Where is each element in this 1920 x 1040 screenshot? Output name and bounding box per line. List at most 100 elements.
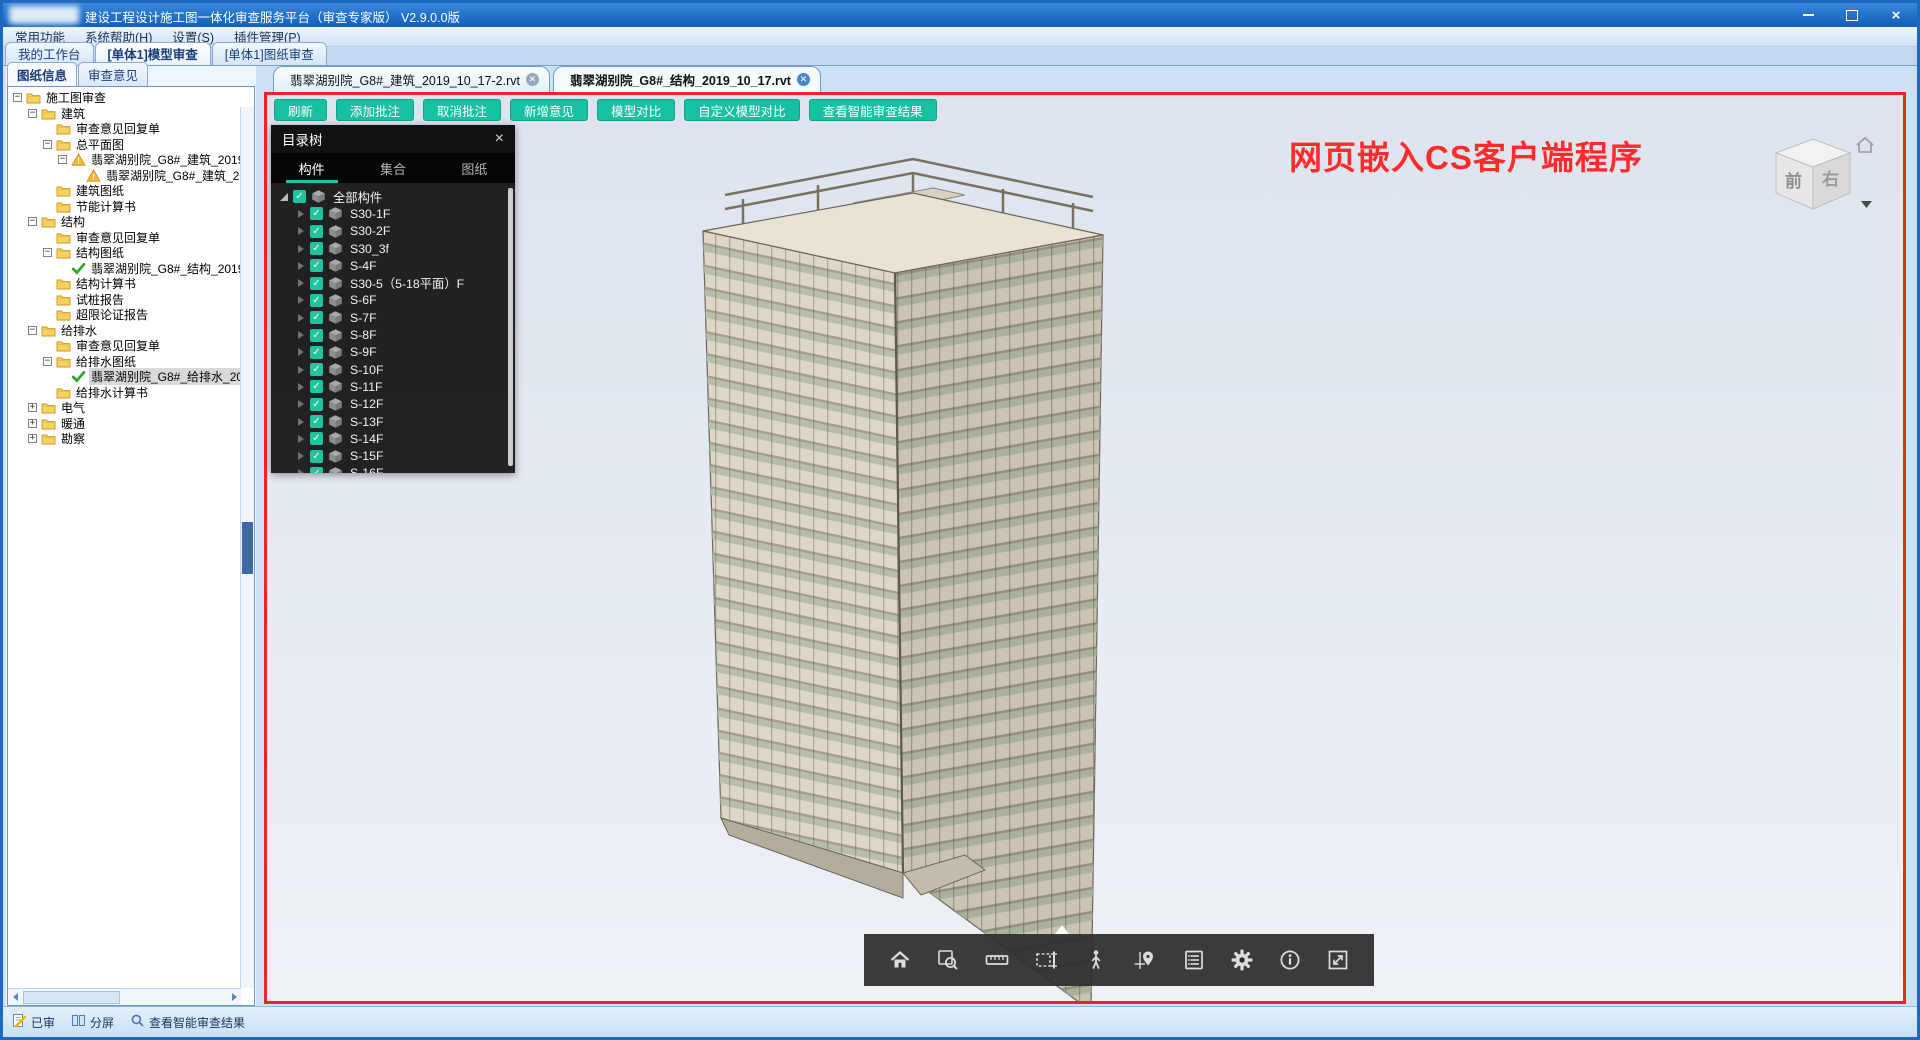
triangle-right-icon[interactable] [298, 418, 304, 426]
tree-item[interactable]: 审查意见回复单 [9, 121, 240, 137]
viewer-area[interactable]: 网页嵌入CS客户端程序 目录树 × 构件集合图纸 ✓全部构件✓S30-1F✓S3… [264, 92, 1906, 1004]
checkbox-checked[interactable]: ✓ [310, 294, 323, 307]
collapse-icon[interactable]: − [58, 155, 67, 164]
checkbox-checked[interactable]: ✓ [310, 432, 323, 445]
info-icon[interactable] [1278, 948, 1302, 972]
cube-right-label[interactable]: 右 [1822, 169, 1839, 189]
catalog-item[interactable]: ✓S-13F [271, 413, 515, 430]
viewer-toolbar-button-3[interactable]: 新增意见 [510, 99, 588, 121]
fullscreen-icon[interactable] [1326, 948, 1350, 972]
tree-item[interactable]: −!翡翠湖别院_G8#_建筑_2019_10_17.r [9, 152, 240, 168]
catalog-item[interactable]: ✓S-12F [271, 396, 515, 413]
panel-splitter[interactable] [256, 66, 262, 1006]
viewer-toolbar-button-1[interactable]: 添加批注 [336, 99, 414, 121]
cube-dropdown-icon[interactable] [1861, 201, 1872, 208]
triangle-right-icon[interactable] [298, 383, 304, 391]
tree-item[interactable]: 审查意见回复单 [9, 338, 240, 354]
close-button[interactable]: × [1881, 6, 1911, 24]
catalog-root-item[interactable]: ✓全部构件 [271, 188, 515, 205]
tree-item[interactable]: 审查意见回复单 [9, 230, 240, 246]
collapse-icon[interactable]: − [13, 93, 22, 102]
tab-close-icon[interactable]: ✕ [526, 73, 539, 86]
catalog-item[interactable]: ✓S-10F [271, 361, 515, 378]
status-item-1[interactable]: 分屏 [71, 1013, 114, 1031]
collapse-icon[interactable]: − [28, 217, 37, 226]
checkbox-checked[interactable]: ✓ [310, 415, 323, 428]
catalog-tab-2[interactable]: 图纸 [434, 153, 515, 183]
catalog-item[interactable]: ✓S-8F [271, 326, 515, 343]
collapse-icon[interactable]: − [43, 140, 52, 149]
scroll-right-arrow[interactable] [227, 990, 241, 1004]
checkbox-checked[interactable]: ✓ [310, 329, 323, 342]
tree-item[interactable]: 节能计算书 [9, 199, 240, 215]
building-3d-model[interactable] [603, 133, 1143, 1004]
triangle-right-icon[interactable] [298, 296, 304, 304]
tree-vscroll-thumb[interactable] [242, 522, 253, 574]
triangle-right-icon[interactable] [298, 331, 304, 339]
tree-item[interactable]: −结构 [9, 214, 240, 230]
expand-icon[interactable]: + [28, 419, 37, 428]
triangle-right-icon[interactable] [298, 366, 304, 374]
tree-item[interactable]: 翡翠湖别院_G8#_结构_2019_10_17.r [9, 261, 240, 277]
triangle-right-icon[interactable] [298, 262, 304, 270]
tree-item[interactable]: 翡翠湖别院_G8#_给排水_2019_10_17 [9, 369, 240, 385]
catalog-scrollbar[interactable] [508, 188, 513, 466]
zoom-select-icon[interactable] [936, 948, 960, 972]
walk-icon[interactable] [1084, 948, 1108, 972]
minimize-button[interactable] [1793, 6, 1823, 24]
catalog-item[interactable]: ✓S-6F [271, 292, 515, 309]
triangle-right-icon[interactable] [298, 469, 304, 473]
workspace-tab-2[interactable]: [单体1]图纸审查 [212, 42, 327, 65]
tree-item[interactable]: +勘察 [9, 431, 240, 447]
tree-item[interactable]: +电气 [9, 400, 240, 416]
document-tab-1[interactable]: 翡翠湖别院_G8#_结构_2019_10_17.rvt✕ [553, 66, 821, 92]
catalog-item[interactable]: ✓S-16F [271, 465, 515, 473]
tree-item[interactable]: −建筑 [9, 106, 240, 122]
checkbox-checked[interactable]: ✓ [310, 363, 323, 376]
checkbox-checked[interactable]: ✓ [310, 450, 323, 463]
triangle-right-icon[interactable] [298, 279, 304, 287]
tree-item[interactable]: −结构图纸 [9, 245, 240, 261]
triangle-right-icon[interactable] [298, 314, 304, 322]
tree-item[interactable]: −施工图审查 [9, 90, 240, 106]
catalog-item[interactable]: ✓S30-5（5-18平面）F [271, 274, 515, 291]
tree-item[interactable]: !翡翠湖别院_G8#_建筑_2019_10_1 [9, 168, 240, 184]
catalog-item[interactable]: ✓S30_3f [271, 240, 515, 257]
viewer-toolbar-button-2[interactable]: 取消批注 [423, 99, 501, 121]
settings-icon[interactable] [1230, 948, 1254, 972]
tree-hscroll-thumb[interactable] [23, 991, 120, 1004]
left-panel-tab-0[interactable]: 图纸信息 [7, 62, 77, 86]
catalog-item[interactable]: ✓S30-2F [271, 223, 515, 240]
home-icon[interactable] [888, 948, 912, 972]
collapse-icon[interactable]: − [43, 357, 52, 366]
viewer-toolbar-button-4[interactable]: 模型对比 [597, 99, 675, 121]
collapse-icon[interactable]: − [28, 326, 37, 335]
tree-item[interactable]: 建筑图纸 [9, 183, 240, 199]
tab-close-icon[interactable]: ✕ [797, 73, 810, 86]
catalog-close-icon[interactable]: × [495, 131, 504, 147]
document-tab-0[interactable]: 翡翠湖别院_G8#_建筑_2019_10_17-2.rvt✕ [273, 66, 550, 92]
tree-item[interactable]: −总平面图 [9, 137, 240, 153]
cube-home-icon[interactable] [1857, 138, 1873, 152]
triangle-right-icon[interactable] [298, 452, 304, 460]
catalog-item[interactable]: ✓S-9F [271, 344, 515, 361]
checkbox-checked[interactable]: ✓ [310, 242, 323, 255]
checkbox-checked[interactable]: ✓ [310, 380, 323, 393]
tree-horizontal-scrollbar[interactable] [8, 988, 241, 1005]
checkbox-checked[interactable]: ✓ [310, 398, 323, 411]
triangle-down-icon[interactable] [280, 193, 288, 201]
cube-front-label[interactable]: 前 [1785, 171, 1802, 191]
triangle-right-icon[interactable] [298, 210, 304, 218]
measure-icon[interactable] [984, 948, 1010, 972]
catalog-tab-1[interactable]: 集合 [352, 153, 433, 183]
catalog-tab-0[interactable]: 构件 [271, 153, 352, 183]
checkbox-checked[interactable]: ✓ [310, 207, 323, 220]
triangle-right-icon[interactable] [298, 245, 304, 253]
list-icon[interactable] [1182, 948, 1206, 972]
navigation-cube[interactable]: 前 右 [1751, 131, 1881, 219]
status-item-0[interactable]: 已审 [12, 1013, 55, 1031]
collapse-icon[interactable]: − [28, 109, 37, 118]
checkbox-checked[interactable]: ✓ [310, 277, 323, 290]
maximize-button[interactable] [1837, 6, 1867, 24]
scroll-left-arrow[interactable] [8, 990, 22, 1004]
